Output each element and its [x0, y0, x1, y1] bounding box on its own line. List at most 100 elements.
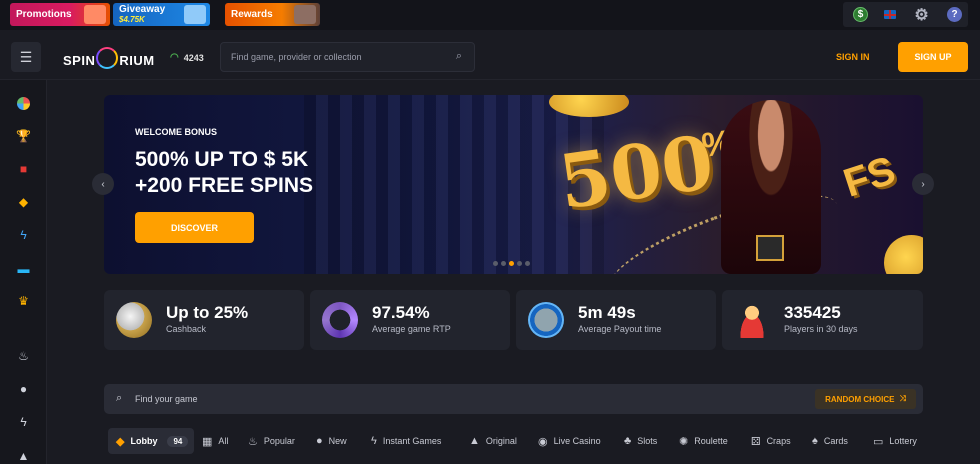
tab-label: Popular: [263, 436, 295, 446]
ticket-icon: ▭: [873, 435, 884, 448]
game-search-bar[interactable]: ⌕ Find your game RANDOM CHOICE ⤨: [104, 384, 923, 414]
online-count: 4243: [183, 52, 204, 63]
logo[interactable]: SPIN RIUM: [63, 47, 155, 71]
original-icon: ▲: [469, 435, 480, 447]
stat-label: Cashback: [166, 324, 207, 334]
menu-toggle-button[interactable]: ☰: [11, 42, 41, 72]
tab-all[interactable]: ▦ All: [202, 428, 228, 454]
online-players: ◠ 4243: [170, 52, 204, 63]
gear-icon[interactable]: ⚙: [914, 7, 929, 24]
banner-next-button[interactable]: ›: [912, 173, 934, 195]
sign-up-button[interactable]: SIGN UP: [898, 42, 968, 72]
sign-in-link[interactable]: SIGN IN: [836, 52, 870, 62]
new-icon[interactable]: ●: [16, 381, 31, 396]
promotions-button[interactable]: Promotions: [10, 3, 110, 26]
instant-icon[interactable]: ϟ: [16, 414, 31, 429]
lightning-icon: ϟ: [371, 435, 377, 447]
pagination-dot[interactable]: [501, 261, 506, 266]
uk-flag-icon[interactable]: [884, 10, 896, 19]
tab-label: Live Casino: [553, 436, 601, 446]
tab-label: Instant Games: [382, 436, 442, 446]
coins-icon: [116, 302, 152, 338]
clock-icon: [528, 302, 564, 338]
tab-label: Lobby: [130, 436, 158, 446]
pagination-dot[interactable]: [525, 261, 530, 266]
tab-label: Cards: [823, 436, 848, 446]
discover-button[interactable]: DISCOVER: [135, 212, 254, 243]
new-icon: ●: [316, 435, 323, 447]
sidebar: 🏆 ■ ◆ ϟ ▬ ♛ ♨ ● ϟ ▲: [0, 80, 47, 464]
tab-label: Slots: [637, 436, 658, 446]
banner-prev-button[interactable]: ‹: [92, 173, 114, 195]
tab-roulette[interactable]: ✺ Roulette: [679, 428, 728, 454]
cherry-icon: ♣: [624, 435, 632, 447]
search-input[interactable]: Find game, provider or collection ⌕: [220, 42, 475, 72]
stat-label: Average Payout time: [578, 324, 662, 334]
wheel-icon[interactable]: [16, 96, 31, 111]
grid-icon: ▦: [202, 435, 213, 448]
logo-text-left: SPIN: [63, 52, 96, 68]
random-choice-button[interactable]: RANDOM CHOICE ⤨: [815, 389, 916, 409]
original-icon[interactable]: ▲: [16, 448, 31, 463]
tab-lobby[interactable]: ◆ Lobby 94: [108, 428, 194, 454]
banner-pagination: [493, 261, 530, 266]
tab-popular[interactable]: ♨ Popular: [248, 428, 295, 454]
lobby-count-badge: 94: [167, 435, 189, 447]
tab-cards[interactable]: ♠ Cards: [812, 428, 848, 454]
tab-label: Roulette: [694, 436, 728, 446]
tab-original[interactable]: ▲ Original: [469, 428, 517, 454]
roulette-icon: ✺: [679, 435, 689, 448]
stat-value: 5m 49s: [578, 303, 636, 322]
cash-icon: [294, 5, 316, 24]
banner-art-fs: FS: [838, 148, 901, 206]
banner-headline-2: +200 FREE SPINS: [135, 174, 313, 197]
crown-icon[interactable]: ♛: [16, 293, 31, 308]
gift-box-icon: [756, 235, 784, 261]
rewards-label: Rewards: [231, 9, 273, 20]
rewards-button[interactable]: Rewards: [225, 3, 320, 26]
giveaway-label: Giveaway: [119, 3, 166, 15]
stat-card-payout: 5m 49s Average Payout time: [516, 290, 716, 350]
giveaway-amount: $4.75K: [119, 14, 145, 24]
gem-icon[interactable]: ◆: [16, 194, 31, 209]
dollar-icon[interactable]: $: [853, 7, 868, 22]
shuffle-icon: ⤨: [899, 394, 906, 403]
tab-instant-games[interactable]: ϟ Instant Games: [371, 428, 441, 454]
screen-icon[interactable]: ▬: [16, 261, 31, 276]
pagination-dot[interactable]: [517, 261, 522, 266]
tab-craps[interactable]: ⚄ Craps: [751, 428, 791, 454]
phone-icon: [184, 5, 206, 24]
tab-live-casino[interactable]: ◉ Live Casino: [538, 428, 601, 454]
stat-card-rtp: 97.54% Average game RTP: [310, 290, 510, 350]
stat-label: Players in 30 days: [784, 324, 858, 334]
fire-icon[interactable]: ♨: [16, 348, 31, 363]
chevron-left-icon: ‹: [101, 178, 105, 190]
lightning-icon[interactable]: ϟ: [16, 227, 31, 242]
dice-icon: ⚄: [751, 435, 761, 448]
gift-icon[interactable]: ■: [16, 161, 31, 176]
stat-card-players: 335425 Players in 30 days: [722, 290, 923, 350]
game-search-placeholder: Find your game: [135, 394, 198, 404]
chevron-right-icon: ›: [921, 178, 925, 190]
fire-icon: ♨: [248, 435, 258, 448]
pagination-dot[interactable]: [509, 261, 514, 266]
broadcast-icon: ◉: [538, 435, 548, 448]
refresh-icon: [322, 302, 358, 338]
tab-slots[interactable]: ♣ Slots: [624, 428, 657, 454]
banner-kicker: WELCOME BONUS: [135, 127, 217, 137]
promotions-label: Promotions: [16, 9, 72, 20]
coin-decoration: [884, 235, 923, 274]
stat-value: 335425: [784, 303, 841, 322]
giveaway-button[interactable]: Giveaway $4.75K: [113, 3, 210, 26]
tab-lottery[interactable]: ▭ Lottery: [873, 428, 980, 454]
cards-icon: ♠: [812, 435, 818, 447]
tab-label: Craps: [766, 436, 791, 446]
stat-value: Up to 25%: [166, 303, 249, 322]
pagination-dot[interactable]: [493, 261, 498, 266]
tab-new[interactable]: ● New: [316, 428, 347, 454]
help-icon[interactable]: ?: [947, 7, 962, 22]
tab-label: New: [328, 436, 347, 446]
stat-value: 97.54%: [372, 303, 430, 322]
trophy-icon[interactable]: 🏆: [16, 128, 31, 143]
search-icon: ⌕: [455, 50, 462, 62]
